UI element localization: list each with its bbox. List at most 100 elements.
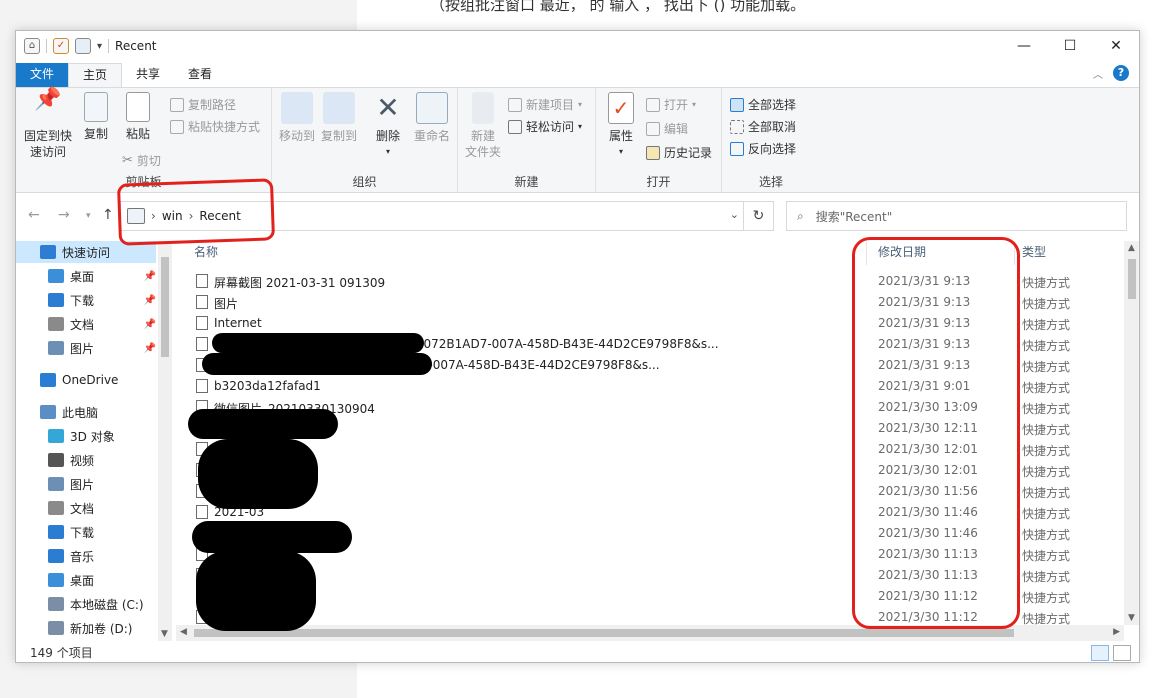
sidebar-item[interactable]: 桌面 [16,569,156,591]
help-icon[interactable]: ? [1113,65,1129,81]
address-bar[interactable]: › win › Recent ⌄ [120,201,744,231]
select-none-button[interactable]: 全部取消 [730,118,796,135]
file-list-vertical-scrollbar[interactable]: ▲ ▼ [1124,241,1139,625]
minimize-button[interactable]: — [1001,31,1047,61]
column-divider[interactable] [1014,241,1015,265]
file-list-horizontal-scrollbar[interactable]: ◀ ▶ [176,625,1124,641]
column-header-name[interactable]: 名称 [194,237,218,267]
sidebar-item[interactable]: 视频 [16,449,156,471]
ribbon: 📌 固定到快 速访问 复制 粘贴 复制路径 粘贴快捷方式 ✂ 剪切 剪贴板 移动… [16,87,1139,193]
sidebar-item[interactable]: 文档 📌 [16,313,156,335]
paste-shortcut-button[interactable]: 粘贴快捷方式 [170,118,260,135]
tab-share[interactable]: 共享 [122,63,174,87]
sidebar-item[interactable]: 下载 📌 [16,289,156,311]
new-folder-icon[interactable] [75,38,91,54]
file-row[interactable]: )2021/3/30 11:56快捷方式 [176,481,1124,502]
copy-button[interactable]: 复制 [78,92,114,142]
file-row[interactable]: 2021-03 2021/3/30 11:46 快捷方式 [176,502,1124,523]
tab-home[interactable]: 主页 [68,63,123,87]
edit-button[interactable]: 编辑 [646,120,688,137]
desktop-icon [48,573,64,587]
scrollbar-thumb[interactable] [1128,259,1136,299]
scrollbar-thumb[interactable] [161,257,169,357]
scroll-left-icon[interactable]: ◀ [180,627,187,637]
sidebar-item[interactable]: 图片 📌 [16,337,156,359]
sidebar-item[interactable]: 3D 对象 [16,425,156,447]
sidebar-item[interactable]: 下载 [16,521,156,543]
properties-icon[interactable]: ✓ [53,38,69,54]
breadcrumb-recent[interactable]: Recent [199,209,240,223]
rename-button[interactable]: 重命名 [408,92,456,144]
file-row[interactable]: 屏幕截图 2021-03-31 091309 2021/3/31 9:13 快捷方式 [176,271,1124,292]
back-arrow-icon[interactable]: ← [28,207,40,223]
column-header-type[interactable]: 类型 [1022,237,1046,267]
cut-button[interactable]: ✂ 剪切 [122,152,161,169]
history-button[interactable]: 历史记录 [646,144,712,161]
new-folder-button[interactable]: 新建 文件夹 [462,92,504,160]
sidebar-item[interactable]: 新加卷 (D:) [16,617,156,639]
redaction-mark [212,333,424,353]
sidebar-item[interactable]: 音乐 [16,545,156,567]
sidebar-item[interactable]: OneDrive [16,369,156,391]
select-all-button[interactable]: 全部选择 [730,96,796,113]
up-arrow-icon[interactable]: ↑ [102,207,114,223]
sidebar-item[interactable]: 桌面 📌 [16,265,156,287]
paste-button[interactable]: 粘贴 [120,92,156,142]
file-row[interactable]: Internet 2021/3/31 9:13 快捷方式 [176,313,1124,334]
file-row[interactable]: 2021/3/30 11:13 快捷方式 [176,565,1124,586]
invert-selection-button[interactable]: 反向选择 [730,140,796,157]
copy-icon [84,92,108,122]
close-button[interactable]: ✕ [1093,31,1139,61]
tab-view[interactable]: 查看 [174,63,226,87]
file-type: 快捷方式 [1022,381,1071,395]
file-row[interactable]: b3203da12fafad1 2021/3/31 9:01 快捷方式 [176,376,1124,397]
customize-toolbar-icon[interactable]: ▾ [97,41,102,52]
file-date: 2021/3/30 12:01 [878,463,978,477]
search-box[interactable]: ⌕ 搜索"Recent" [786,201,1127,231]
file-row[interactable]: 生册2021/3/30 12:01快捷方式 [176,460,1124,481]
navigation-pane-scrollbar[interactable]: ▼ [158,241,172,641]
recent-locations-icon[interactable]: ▾ [86,211,91,221]
scroll-right-icon[interactable]: ▶ [1113,627,1120,637]
sidebar-item-label: 图片 [70,477,95,492]
sidebar-item[interactable]: 图片 [16,473,156,495]
file-row[interactable]: 图片 2021/3/31 9:13 快捷方式 [176,292,1124,313]
picture-icon [48,341,64,355]
open-button[interactable]: 打开 ▾ [646,96,696,113]
move-to-button[interactable]: 移动到 [276,92,318,144]
properties-button[interactable]: ✓ 属性 ▾ [602,92,640,160]
drive-icon [48,597,64,611]
easy-access-button[interactable]: 轻松访问 ▾ [508,118,582,135]
breadcrumb-win[interactable]: win [162,209,183,223]
scroll-up-icon[interactable]: ▲ [1128,243,1135,253]
chevron-down-icon[interactable]: ⌄ [730,208,739,221]
sidebar-item[interactable]: 本地磁盘 (C:) [16,593,156,615]
file-type: 快捷方式 [1022,402,1071,416]
file-row[interactable]: 2021/3/30 12:01 快捷方式 [176,439,1124,460]
maximize-button[interactable]: ☐ [1047,31,1093,61]
refresh-button[interactable]: ↻ [744,201,774,231]
rename-label: 重命名 [413,129,450,143]
sidebar-item[interactable]: 文档 [16,497,156,519]
large-icons-view-icon[interactable] [1113,645,1131,661]
sidebar-item[interactable]: 此电脑 [16,401,156,423]
column-header-date[interactable]: 修改日期 [878,237,926,267]
search-input[interactable]: 搜索"Recent" [816,208,893,225]
organize-group: 移动到 复制到 ✕ 删除 ▾ 重命名 组织 [272,88,458,192]
collapse-ribbon-icon[interactable]: ︿ [1093,66,1103,81]
copy-path-button[interactable]: 复制路径 [170,96,236,113]
sidebar-item-label: 本地磁盘 (C:) [70,597,144,612]
pin-quick-access-button[interactable]: 📌 固定到快 速访问 [22,89,74,160]
sidebar-item[interactable]: 快速访问 [16,241,156,263]
tab-file[interactable]: 文件 [16,63,69,87]
forward-arrow-icon[interactable]: → [58,207,70,223]
column-divider[interactable] [866,241,867,265]
scrollbar-thumb[interactable] [194,629,1014,637]
details-view-icon[interactable] [1091,645,1109,661]
scroll-down-icon[interactable]: ▼ [161,629,168,639]
scroll-down-icon[interactable]: ▼ [1128,613,1135,623]
delete-button[interactable]: ✕ 删除 ▾ [368,92,408,160]
file-row[interactable]: 2021/3/30 11:12 快捷方式 [176,586,1124,607]
copy-to-button[interactable]: 复制到 [318,92,360,144]
new-item-button[interactable]: 新建项目 ▾ [508,96,582,113]
